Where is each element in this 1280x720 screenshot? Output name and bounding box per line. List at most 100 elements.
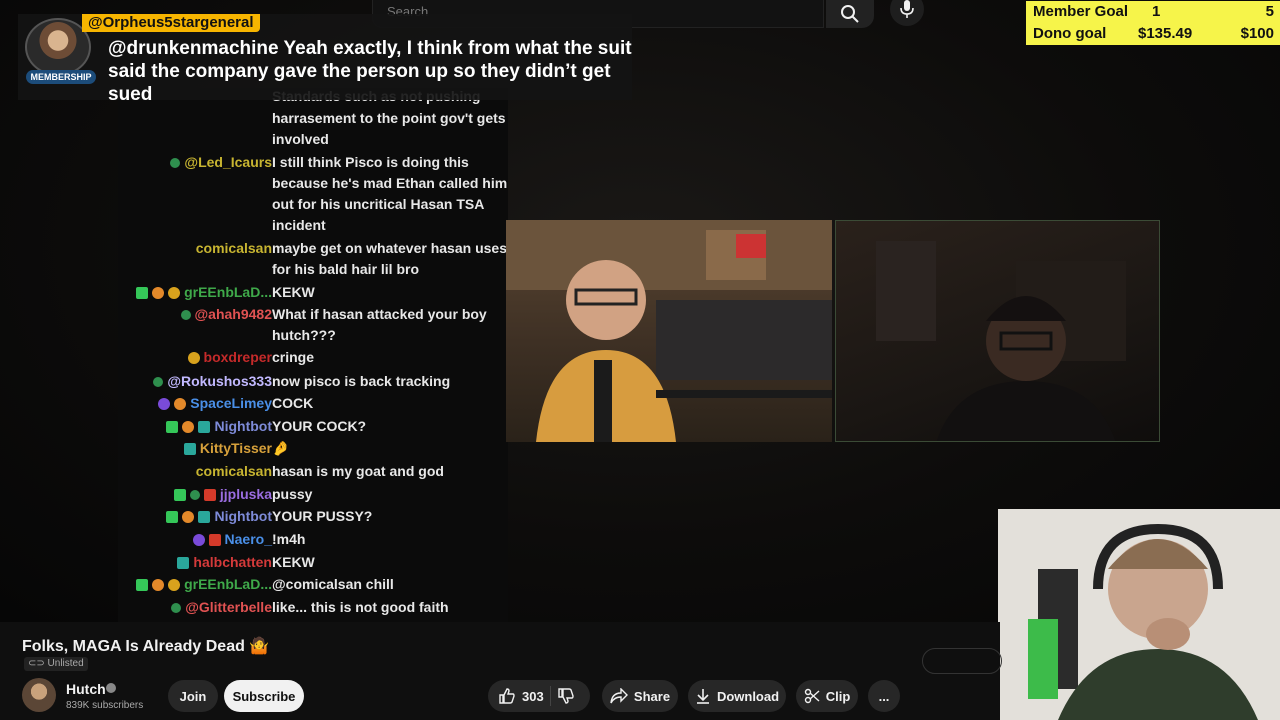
share-button[interactable]: Share bbox=[602, 680, 678, 712]
more-button[interactable]: ... bbox=[868, 680, 900, 712]
chat-badge-icon bbox=[168, 578, 181, 591]
mic-icon bbox=[900, 0, 914, 18]
video-player[interactable]: Search Member Goal 1 5 Dono goal $135.49… bbox=[0, 0, 1280, 720]
like-divider bbox=[549, 686, 551, 706]
like-count: 303 bbox=[522, 688, 544, 704]
chat-meta: KittyTisser bbox=[183, 438, 272, 459]
chat-username[interactable]: Nightbot bbox=[214, 506, 272, 527]
chat-meta: comicalsan bbox=[196, 238, 272, 259]
chat-badge-icon bbox=[180, 309, 191, 320]
chat-username[interactable]: @Rokushos333 bbox=[167, 371, 272, 392]
chat-badge-icon bbox=[153, 376, 164, 387]
member-goal: Member Goal 1 5 bbox=[1026, 1, 1280, 23]
chat-username[interactable]: comicalsan bbox=[196, 461, 272, 482]
chat-username[interactable]: @ahah9482 bbox=[195, 304, 272, 325]
video-title: Folks, MAGA Is Already Dead 🤷 bbox=[22, 638, 270, 655]
chat-badge-icon bbox=[182, 510, 195, 523]
chat-badge-icon bbox=[136, 286, 149, 299]
membership-message: MEMBERSHIP @Orpheus5stargeneral @drunken… bbox=[18, 14, 632, 105]
goals-overlay: Member Goal 1 5 Dono goal $135.49 $100 bbox=[1026, 0, 1280, 46]
channel-name[interactable]: Hutch bbox=[66, 681, 106, 697]
dono-goal: Dono goal $135.49 $100 bbox=[1026, 23, 1280, 45]
chat-meta: halbchatten bbox=[177, 552, 272, 573]
chat-meta: jjpluska bbox=[173, 484, 272, 505]
chat-username[interactable]: halbchatten bbox=[193, 552, 272, 573]
search-button[interactable] bbox=[826, 0, 874, 28]
chat-meta: @Rokushos333 bbox=[153, 371, 272, 392]
chat-meta: SpaceLimey bbox=[158, 393, 272, 414]
chat-username[interactable]: KittyTisser bbox=[200, 438, 272, 459]
chat-text: maybe get on whatever hasan uses for his… bbox=[272, 240, 507, 277]
verified-icon bbox=[106, 683, 116, 693]
download-icon bbox=[696, 689, 709, 704]
camera-feed-host bbox=[506, 220, 832, 442]
host-scene bbox=[506, 220, 832, 442]
camera-feed-reactor bbox=[998, 509, 1280, 720]
chat-badge-icon bbox=[171, 602, 182, 613]
chat-badge-icon bbox=[177, 556, 190, 569]
link-icon: ⊂⊃ bbox=[28, 658, 48, 669]
scissors-icon bbox=[804, 688, 820, 704]
chat-text: pussy bbox=[272, 486, 313, 502]
chat-text: I still think Pisco is doing this becaus… bbox=[272, 154, 508, 233]
chat-badge-icon bbox=[192, 533, 205, 546]
chat-text: now pisco is back tracking bbox=[272, 373, 451, 389]
dono-goal-current: $135.49 bbox=[1138, 25, 1193, 42]
chat-meta: @Led_Icaurs bbox=[170, 152, 272, 173]
chat-text: YOUR PUSSY? bbox=[272, 508, 373, 524]
chat-username[interactable]: grEEnbLaD... bbox=[184, 282, 272, 303]
chat-text: 🤌 bbox=[272, 440, 290, 456]
chat-username[interactable]: Nightbot bbox=[214, 416, 272, 437]
video-info-bar: Folks, MAGA Is Already Dead 🤷 ⊂⊃ Unliste… bbox=[0, 622, 1000, 720]
chat-badge-icon bbox=[136, 578, 149, 591]
search-icon bbox=[841, 5, 859, 23]
chat-badge-icon bbox=[173, 488, 186, 501]
chat-text: What if hasan attacked your boy hutch??? bbox=[272, 306, 487, 343]
thumbs-up-icon[interactable] bbox=[498, 687, 516, 705]
chat-badge-icon bbox=[168, 286, 181, 299]
clip-button[interactable]: Clip bbox=[796, 680, 858, 712]
share-label: Share bbox=[633, 688, 671, 704]
download-button[interactable]: Download bbox=[688, 680, 786, 712]
chat-text: !m4h bbox=[272, 531, 306, 547]
chat-username[interactable]: comicalsan bbox=[196, 238, 272, 259]
chat-username[interactable]: boxdreper bbox=[204, 347, 272, 368]
chat-text: YOUR COCK? bbox=[272, 418, 367, 434]
unlisted-badge: ⊂⊃ Unlisted bbox=[24, 657, 88, 671]
chat-text: COCK bbox=[272, 395, 314, 411]
chat-meta: boxdreper bbox=[187, 347, 272, 368]
channel-avatar[interactable] bbox=[22, 678, 56, 712]
like-dislike-group[interactable]: 303 bbox=[488, 680, 590, 712]
chat-username[interactable]: SpaceLimey bbox=[190, 393, 272, 414]
member-username: @Orpheus5stargeneral bbox=[82, 14, 260, 32]
guest-scene bbox=[876, 241, 1126, 441]
chip-button[interactable] bbox=[922, 648, 1002, 674]
subscribe-label: Subscribe bbox=[232, 688, 296, 704]
chat-username[interactable]: @Glitterbelle bbox=[185, 597, 272, 618]
subscriber-count: 839K subscribers bbox=[66, 700, 144, 711]
chat-text: like... this is not good faith bbox=[272, 599, 449, 615]
chat-meta: @ahah9482 bbox=[180, 304, 272, 325]
chat-badge-icon bbox=[183, 442, 196, 455]
dono-goal-label: Dono goal bbox=[1033, 25, 1107, 42]
chat-badge-icon bbox=[174, 397, 187, 410]
chat-meta: Naero_ bbox=[192, 529, 272, 550]
chat-username[interactable]: jjpluska bbox=[220, 484, 272, 505]
membership-badge: MEMBERSHIP bbox=[26, 70, 96, 84]
chat-badge-icon bbox=[203, 488, 216, 501]
stream-chat: Standards such as not pushingharrasement… bbox=[118, 88, 508, 622]
chat-meta: comicalsan bbox=[196, 461, 272, 482]
chat-badge-icon bbox=[152, 578, 165, 591]
chat-username[interactable]: Naero_ bbox=[225, 529, 272, 550]
member-message-text: @drunkenmachine Yeah exactly, I think fr… bbox=[108, 38, 632, 105]
thumbs-down-icon[interactable] bbox=[557, 687, 575, 705]
unlisted-label: Unlisted bbox=[47, 658, 84, 669]
subscribe-button[interactable]: Subscribe bbox=[224, 680, 304, 712]
join-button[interactable]: Join bbox=[168, 680, 218, 712]
chat-username[interactable]: @Led_Icaurs bbox=[184, 152, 272, 173]
chat-username[interactable]: grEEnbLaD... bbox=[184, 574, 272, 595]
member-goal-target: 5 bbox=[1265, 3, 1274, 20]
chat-meta: grEEnbLaD... bbox=[136, 574, 272, 595]
dono-goal-target: $100 bbox=[1240, 25, 1274, 42]
chat-text: KEKW bbox=[272, 554, 315, 570]
